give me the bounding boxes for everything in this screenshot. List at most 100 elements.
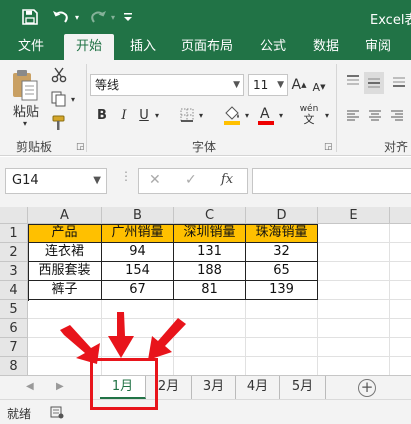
name-box[interactable]: G14 ▼ (5, 168, 107, 194)
tab-home[interactable]: 开始 (64, 34, 114, 60)
tab-page-layout[interactable]: 页面布局 (174, 34, 240, 60)
cell-e4[interactable] (318, 281, 390, 300)
phonetic-guide-button[interactable]: wén 文 (296, 104, 322, 126)
cell-e5[interactable] (318, 300, 390, 319)
font-size-dropdown-icon[interactable]: ▼ (277, 75, 284, 95)
cell-c6[interactable] (174, 319, 246, 338)
sheet-tab-feb[interactable]: 2月 (146, 376, 192, 399)
sheet-tab-apr[interactable]: 4月 (236, 376, 280, 399)
cell-f4[interactable] (390, 281, 411, 300)
paste-icon[interactable] (10, 68, 40, 104)
cell-d4[interactable]: 139 (246, 281, 318, 300)
align-center-icon[interactable] (366, 106, 384, 124)
cell-a5[interactable] (28, 300, 102, 319)
paste-dropdown-icon[interactable]: ▾ (18, 118, 32, 128)
row-header-6[interactable]: 6 (0, 319, 28, 338)
cell-b6[interactable] (102, 319, 174, 338)
tab-insert[interactable]: 插入 (120, 34, 166, 60)
redo-dropdown-icon[interactable]: ▾ (108, 7, 118, 27)
row-header-5[interactable]: 5 (0, 300, 28, 319)
cell-a8[interactable] (28, 357, 102, 375)
cell-e7[interactable] (318, 338, 390, 357)
column-header-partial[interactable] (390, 207, 411, 224)
cell-e1[interactable] (318, 224, 390, 243)
cell-f1[interactable] (390, 224, 411, 243)
undo-icon[interactable] (50, 7, 72, 27)
undo-dropdown-icon[interactable]: ▾ (72, 7, 82, 27)
cell-d1[interactable]: 珠海销量 (246, 224, 318, 243)
cell-f8[interactable] (390, 357, 411, 375)
tab-formulas[interactable]: 公式 (252, 34, 294, 60)
redo-icon[interactable] (88, 7, 108, 27)
format-painter-icon[interactable] (50, 114, 68, 132)
font-size-combo[interactable]: 11 ▼ (248, 74, 288, 96)
font-name-combo[interactable]: 等线 ▼ (90, 74, 244, 96)
underline-button[interactable]: U (136, 106, 152, 124)
cell-a6[interactable] (28, 319, 102, 338)
cell-d2[interactable]: 32 (246, 243, 318, 262)
cell-b4[interactable]: 67 (102, 281, 174, 300)
column-header-c[interactable]: C (174, 207, 246, 224)
cell-d8[interactable] (246, 357, 318, 375)
increase-font-size-button[interactable]: A ▲ (292, 74, 307, 96)
cell-b1[interactable]: 广州销量 (102, 224, 174, 243)
font-color-dropdown-icon[interactable]: ▾ (276, 108, 286, 122)
cell-b2[interactable]: 94 (102, 243, 174, 262)
cell-c2[interactable]: 131 (174, 243, 246, 262)
cell-d6[interactable] (246, 319, 318, 338)
formula-input[interactable] (252, 168, 411, 194)
tab-review[interactable]: 审阅 (356, 34, 400, 60)
cell-e3[interactable] (318, 262, 390, 281)
sheet-scroll-right-icon[interactable]: ▶ (56, 381, 64, 392)
cell-f2[interactable] (390, 243, 411, 262)
underline-dropdown-icon[interactable]: ▾ (152, 108, 162, 122)
cell-e8[interactable] (318, 357, 390, 375)
align-right-icon[interactable] (388, 106, 406, 124)
italic-button[interactable]: I (116, 106, 132, 124)
cell-f3[interactable] (390, 262, 411, 281)
column-header-a[interactable]: A (28, 207, 102, 224)
font-name-dropdown-icon[interactable]: ▼ (233, 75, 240, 95)
phonetic-dropdown-icon[interactable]: ▾ (322, 108, 332, 122)
cell-c8[interactable] (174, 357, 246, 375)
bold-button[interactable]: B (94, 106, 110, 124)
insert-function-icon[interactable]: fx (221, 172, 233, 187)
cell-a1[interactable]: 产品 (28, 224, 102, 243)
cell-b5[interactable] (102, 300, 174, 319)
customize-qat-icon[interactable] (122, 7, 134, 27)
row-header-7[interactable]: 7 (0, 338, 28, 357)
copy-dropdown-icon[interactable]: ▾ (68, 94, 78, 104)
cell-f5[interactable] (390, 300, 411, 319)
borders-icon[interactable] (178, 106, 196, 124)
column-header-e[interactable]: E (318, 207, 390, 224)
select-all-corner[interactable] (0, 207, 28, 224)
tab-data[interactable]: 数据 (304, 34, 348, 60)
row-header-4[interactable]: 4 (0, 281, 28, 300)
cell-e6[interactable] (318, 319, 390, 338)
save-icon[interactable] (20, 7, 40, 27)
cell-c5[interactable] (174, 300, 246, 319)
tab-file[interactable]: 文件 (6, 34, 56, 60)
cell-e2[interactable] (318, 243, 390, 262)
borders-dropdown-icon[interactable]: ▾ (196, 108, 206, 122)
cell-c7[interactable] (174, 338, 246, 357)
cell-b8[interactable] (102, 357, 174, 375)
decrease-font-size-button[interactable]: A ▼ (312, 76, 326, 98)
row-header-2[interactable]: 2 (0, 243, 28, 262)
sheet-tab-may[interactable]: 5月 (280, 376, 326, 399)
formula-bar-grip-icon[interactable]: ⋮ (120, 169, 132, 183)
copy-icon[interactable] (50, 90, 68, 108)
font-color-icon[interactable]: A (256, 104, 276, 126)
clipboard-launcher-icon[interactable]: ◲ (76, 142, 85, 152)
align-middle-icon[interactable] (364, 72, 384, 94)
font-launcher-icon[interactable]: ◲ (324, 142, 333, 152)
cancel-entry-icon[interactable]: ✕ (149, 172, 161, 188)
cell-f6[interactable] (390, 319, 411, 338)
confirm-entry-icon[interactable]: ✓ (185, 172, 197, 188)
fill-color-dropdown-icon[interactable]: ▾ (242, 108, 252, 122)
macro-record-icon[interactable] (50, 405, 64, 422)
align-top-icon[interactable] (344, 72, 362, 90)
cell-b7[interactable] (102, 338, 174, 357)
worksheet-grid[interactable]: A B C D E 1 2 3 4 5 6 7 8 产品 广州销量 深圳销量 珠… (0, 207, 411, 375)
add-sheet-icon[interactable]: + (358, 379, 376, 397)
